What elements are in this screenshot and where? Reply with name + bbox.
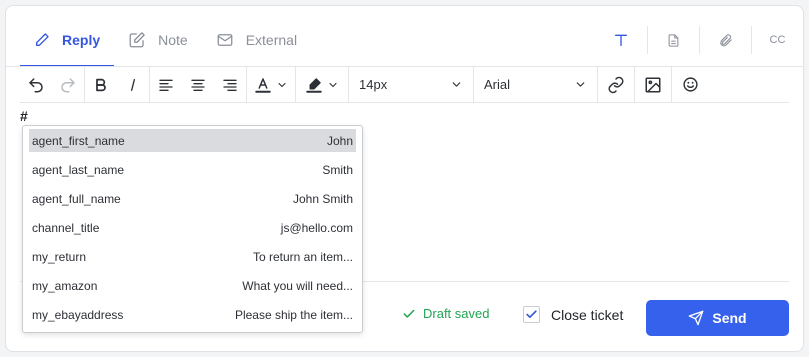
list-item[interactable]: agent_last_name Smith [29, 158, 356, 181]
alignment-group [150, 67, 247, 102]
suggestion-key: agent_full_name [32, 191, 121, 206]
text-format-icon [615, 34, 627, 46]
suggestion-value: What you will need... [242, 278, 353, 293]
check-icon [403, 309, 415, 318]
font-family-select[interactable]: Arial [474, 67, 598, 102]
suggestion-value: Please ship the item... [234, 307, 353, 322]
insert-image-button[interactable] [635, 67, 671, 103]
link-icon [608, 76, 624, 93]
highlight-color-button[interactable] [296, 67, 348, 103]
editor-content: # [20, 108, 28, 124]
mail-icon [217, 34, 233, 46]
send-icon [689, 310, 704, 326]
cc-label: CC [769, 34, 786, 46]
suggestion-key: agent_last_name [32, 162, 125, 177]
chevron-down-icon [576, 82, 585, 87]
text-style-group [85, 67, 150, 102]
italic-button[interactable] [117, 67, 149, 103]
undo-icon [29, 77, 43, 92]
suggestion-key: my_return [32, 249, 87, 264]
chevron-down-icon [278, 82, 286, 87]
history-group [20, 67, 85, 102]
tab-label: Reply [62, 32, 101, 48]
suggestion-key: agent_first_name [32, 133, 125, 148]
insert-link-group [598, 67, 635, 102]
align-left-icon [159, 79, 173, 91]
highlight-group [296, 67, 349, 102]
text-color-icon [255, 77, 271, 93]
close-ticket-toggle[interactable]: Close ticket [523, 306, 623, 323]
reply-composer: Reply Note External CC 14px Arial # agen… [5, 5, 804, 352]
emoji-button[interactable] [672, 67, 708, 103]
formatting-toolbar: 14px Arial [20, 67, 789, 103]
bold-icon [96, 78, 106, 91]
text-color-group [247, 67, 296, 102]
list-item[interactable]: agent_full_name John Smith [29, 187, 356, 210]
align-center-button[interactable] [182, 67, 214, 103]
tab-note[interactable]: Note [114, 14, 202, 66]
send-label: Send [712, 310, 747, 326]
draft-status: Draft saved [402, 306, 489, 321]
send-button[interactable]: Send [646, 300, 789, 336]
list-item[interactable]: my_amazon What you will need... [29, 274, 356, 297]
close-ticket-label: Close ticket [551, 306, 624, 323]
checkmark-icon [526, 310, 537, 319]
image-icon [645, 77, 661, 92]
suggestion-key: my_amazon [32, 278, 98, 293]
list-item[interactable]: channel_title js@hello.com [29, 216, 356, 239]
highlighter-icon [306, 77, 322, 93]
italic-icon [131, 78, 135, 91]
suggestion-value: Smith [322, 162, 353, 177]
text-format-button[interactable] [595, 26, 647, 54]
tab-reply[interactable]: Reply [20, 14, 115, 67]
chevron-down-icon [329, 82, 337, 87]
redo-button[interactable] [52, 67, 84, 103]
list-item[interactable]: agent_first_name John [29, 129, 356, 152]
align-right-button[interactable] [214, 67, 246, 103]
insert-image-group [635, 67, 672, 102]
list-item[interactable]: my_ebayaddress Please ship the item... [29, 303, 356, 326]
paperclip-icon [720, 33, 732, 46]
template-button[interactable] [647, 26, 699, 54]
pencil-icon [36, 33, 49, 46]
placeholder-suggestions: agent_first_name John agent_last_name Sm… [22, 125, 363, 333]
composer-tabs: Reply Note External [20, 14, 311, 67]
smiley-icon [682, 77, 698, 92]
undo-button[interactable] [20, 67, 52, 103]
insert-link-button[interactable] [598, 67, 634, 103]
align-right-icon [223, 79, 237, 91]
tab-label: External [245, 32, 298, 48]
font-family-value: Arial [484, 77, 511, 92]
cc-button[interactable]: CC [751, 26, 803, 54]
font-size-select[interactable]: 14px [349, 67, 474, 102]
suggestion-key: channel_title [32, 220, 100, 235]
edit-note-icon [129, 32, 145, 48]
suggestion-value: John Smith [292, 191, 353, 206]
close-ticket-checkbox[interactable] [523, 306, 540, 323]
chevron-down-icon [452, 82, 461, 87]
attach-button[interactable] [699, 26, 751, 54]
font-size-value: 14px [359, 77, 388, 92]
suggestion-key: my_ebayaddress [32, 307, 124, 322]
tab-label: Note [158, 32, 188, 48]
bold-button[interactable] [85, 67, 117, 103]
suggestion-value: js@hello.com [280, 220, 353, 235]
align-left-button[interactable] [150, 67, 182, 103]
document-icon [668, 33, 679, 47]
align-center-icon [191, 79, 205, 91]
tab-external[interactable]: External [202, 14, 311, 66]
suggestion-value: John [326, 133, 353, 148]
redo-icon [61, 77, 75, 92]
composer-options: CC [595, 14, 803, 66]
draft-status-label: Draft saved [423, 306, 490, 321]
list-item[interactable]: my_return To return an item... [29, 245, 356, 268]
suggestion-value: To return an item... [252, 249, 353, 264]
text-color-button[interactable] [247, 67, 295, 103]
